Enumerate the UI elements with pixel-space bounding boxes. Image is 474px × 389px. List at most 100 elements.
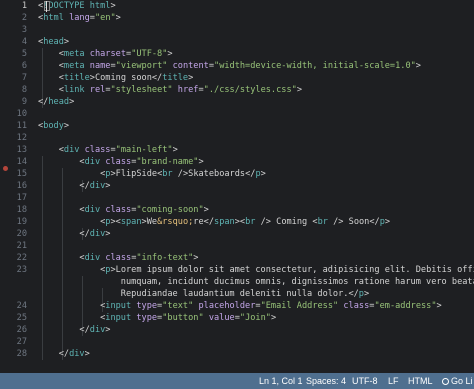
line-number: 14: [16, 157, 27, 167]
code-token: >: [363, 289, 370, 299]
code-token: div: [89, 325, 106, 335]
line-number: 12: [16, 133, 27, 143]
code-line[interactable]: <p>Lorem ipsum dolor sit amet consectetu…: [38, 264, 474, 276]
code-line[interactable]: </div>: [38, 180, 110, 192]
indentation-indicator[interactable]: Spaces: 4: [306, 373, 346, 389]
code-token: &rsquo;: [157, 217, 194, 227]
encoding-indicator[interactable]: UTF-8: [352, 373, 378, 389]
line-ending-indicator[interactable]: LF: [388, 373, 399, 389]
code-line[interactable]: <div class="coming-soon">: [38, 204, 208, 216]
code-token: !DOCTYPE html: [43, 1, 111, 11]
code-token: "UTF-8": [131, 49, 168, 59]
code-line[interactable]: <div class="brand-name">: [38, 156, 203, 168]
code-token: >: [172, 145, 178, 155]
code-token: input: [105, 313, 132, 323]
code-token: name: [89, 61, 111, 71]
go-live-label: Go Li: [451, 376, 473, 386]
code-token: placeholder: [198, 301, 256, 311]
code-token: >: [188, 73, 194, 83]
code-line[interactable]: <title>Coming soon</title>: [38, 72, 194, 84]
broadcast-icon: [442, 378, 449, 385]
code-token: content: [172, 61, 209, 71]
line-number: 3: [21, 25, 27, 35]
code-token: >: [260, 169, 266, 179]
code-line[interactable]: <head>: [38, 36, 69, 48]
code-line[interactable]: <div class="info-text">: [38, 252, 198, 264]
code-line[interactable]: <meta charset="UTF-8">: [38, 48, 173, 60]
line-number-gutter[interactable]: 1 2 3 4 5 6 7 8 9 10 11 12 13 14 15 16 17 18 19 20 21 22 23 24 2…: [0, 0, 30, 373]
line-number: 11: [16, 121, 27, 131]
status-bar: Ln 1, Col 1 Spaces: 4 UTF-8 LF HTML Go L…: [0, 373, 474, 389]
line-number: 1: [21, 1, 27, 11]
code-token: div: [63, 145, 80, 155]
code-token: type: [136, 301, 158, 311]
code-token: />: [177, 169, 189, 179]
code-token: />: [260, 217, 271, 227]
code-line[interactable]: </div>: [38, 324, 110, 336]
code-line[interactable]: <div class="main-left">: [38, 144, 178, 156]
code-token: >: [193, 253, 199, 263]
code-token: "info-text": [136, 253, 194, 263]
line-number: 6: [21, 61, 27, 71]
code-line[interactable]: <link rel="stylesheet" href="./css/style…: [38, 84, 302, 96]
code-token: "Email Address": [260, 301, 339, 311]
code-line[interactable]: </head>: [38, 96, 74, 108]
code-line[interactable]: <body>: [38, 120, 69, 132]
code-token: rel: [89, 85, 106, 95]
code-token: >: [115, 13, 121, 23]
code-token: class: [105, 157, 132, 167]
code-token: div: [84, 157, 101, 167]
code-token: numquam, incidunt ducimus omnis, digniss…: [38, 277, 474, 287]
code-line[interactable]: <meta name="viewport" content="width=dev…: [38, 60, 421, 72]
code-token: </: [203, 217, 215, 227]
code-token: Coming: [270, 217, 313, 227]
code-token: value: [208, 313, 235, 323]
code-line[interactable]: Repudiandae laudantium deleniti nulla do…: [38, 288, 369, 300]
code-area[interactable]: <!DOCTYPE html> <html lang="en"> <head> <m…: [38, 0, 474, 373]
code-token: "text": [162, 301, 194, 311]
code-token: title: [63, 73, 90, 83]
text-cursor: [46, 1, 47, 12]
code-editor[interactable]: 1 2 3 4 5 6 7 8 9 10 11 12 13 14 15 16 17 18 19 20 21 22 23 24 2…: [0, 0, 474, 373]
code-line[interactable]: </div>: [38, 348, 90, 360]
code-token: "em-address": [374, 301, 437, 311]
code-token: </: [151, 73, 163, 83]
language-mode-indicator[interactable]: HTML: [408, 373, 433, 389]
code-line[interactable]: <html lang="en">: [38, 12, 121, 24]
code-token: </: [58, 349, 70, 359]
code-token: div: [89, 181, 106, 191]
code-line[interactable]: <p><span>We&rsquo;re</span><br /> Coming…: [38, 216, 390, 228]
code-token: class: [343, 301, 370, 311]
code-line[interactable]: </div>: [38, 228, 110, 240]
code-token: "main-left": [115, 145, 173, 155]
go-live-button[interactable]: Go Li: [442, 373, 473, 389]
code-line[interactable]: numquam, incidunt ducimus omnis, digniss…: [38, 276, 474, 288]
line-number: 18: [16, 205, 27, 215]
code-line[interactable]: <input type="text" placeholder="Email Ad…: [38, 300, 442, 312]
line-number: 20: [16, 229, 27, 239]
code-token: ><: [110, 217, 121, 227]
cursor-position-indicator[interactable]: Ln 1, Col 1: [259, 373, 303, 389]
code-token: head: [43, 37, 64, 47]
code-line[interactable]: <input type="button" value="Join">: [38, 312, 276, 324]
line-number: 2: [21, 13, 27, 23]
code-token: br: [162, 169, 173, 179]
code-token: class: [84, 145, 111, 155]
code-token: link: [63, 85, 85, 95]
line-number: 24: [16, 301, 27, 311]
code-token: >: [63, 37, 70, 47]
code-token: br: [317, 217, 328, 227]
code-token: meta: [63, 61, 85, 71]
code-token: div: [84, 205, 101, 215]
code-token: </: [369, 217, 380, 227]
code-token: >: [270, 313, 277, 323]
code-line[interactable]: <p>FlipSide<br />Skateboards</p>: [38, 168, 266, 180]
code-token: >: [110, 1, 116, 11]
code-token: "brand-name": [136, 157, 199, 167]
